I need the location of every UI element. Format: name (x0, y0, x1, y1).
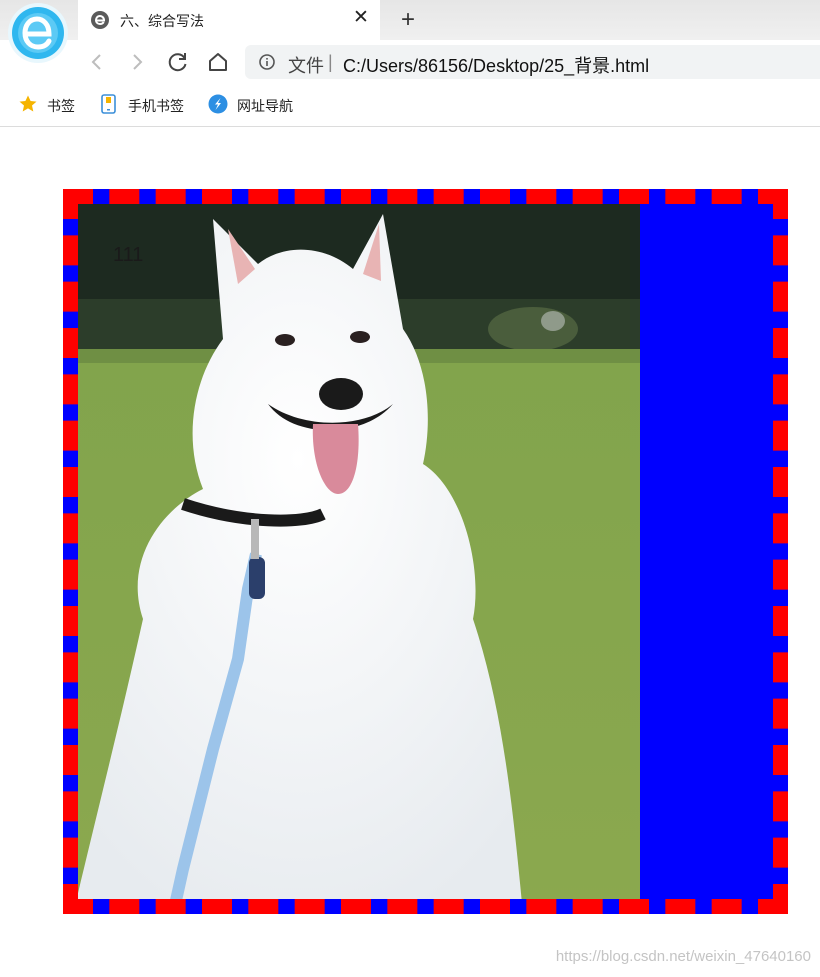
samoyed-dog-photo (78, 204, 640, 899)
new-tab-button[interactable]: + (394, 6, 422, 34)
tab-title: 六、综合写法 (120, 13, 204, 29)
site-info-icon[interactable] (259, 54, 275, 70)
reload-icon[interactable] (165, 49, 191, 75)
box-text: 111 (113, 244, 144, 266)
tab-strip: 六、综合写法 ✕ + (0, 0, 820, 63)
bookmarks-bar: 书签 手机书签 网址导航 (0, 84, 820, 124)
phone-icon (101, 94, 116, 114)
demo-background-box: 111 (63, 189, 788, 914)
browser-chrome: 六、综合写法 ✕ + 文件 | C:/Users/86156/Desktop/2… (0, 0, 820, 127)
back-icon[interactable] (84, 49, 110, 75)
address-scheme-label: 文件 (288, 56, 324, 76)
star-icon (19, 95, 37, 112)
bookmark-label: 手机书签 (128, 98, 184, 114)
tab-active[interactable]: 六、综合写法 ✕ (78, 0, 380, 40)
watermark-text: https://blog.csdn.net/weixin_47640160 (555, 948, 811, 965)
address-separator: | (328, 52, 333, 72)
address-url[interactable]: C:/Users/86156/Desktop/25_背景.html (343, 52, 649, 78)
bookmark-label: 网址导航 (237, 98, 293, 114)
address-bar[interactable]: 文件 | C:/Users/86156/Desktop/25_背景.html (245, 45, 820, 79)
browser-logo-icon (8, 3, 68, 63)
tab-favicon-icon (91, 11, 109, 29)
tab-close-icon[interactable]: ✕ (350, 7, 372, 29)
forward-icon[interactable] (124, 49, 150, 75)
navigation-icon (208, 94, 228, 114)
bookmark-label: 书签 (47, 98, 75, 114)
navigation-bar: 文件 | C:/Users/86156/Desktop/25_背景.html (0, 40, 820, 84)
home-icon[interactable] (205, 49, 231, 75)
